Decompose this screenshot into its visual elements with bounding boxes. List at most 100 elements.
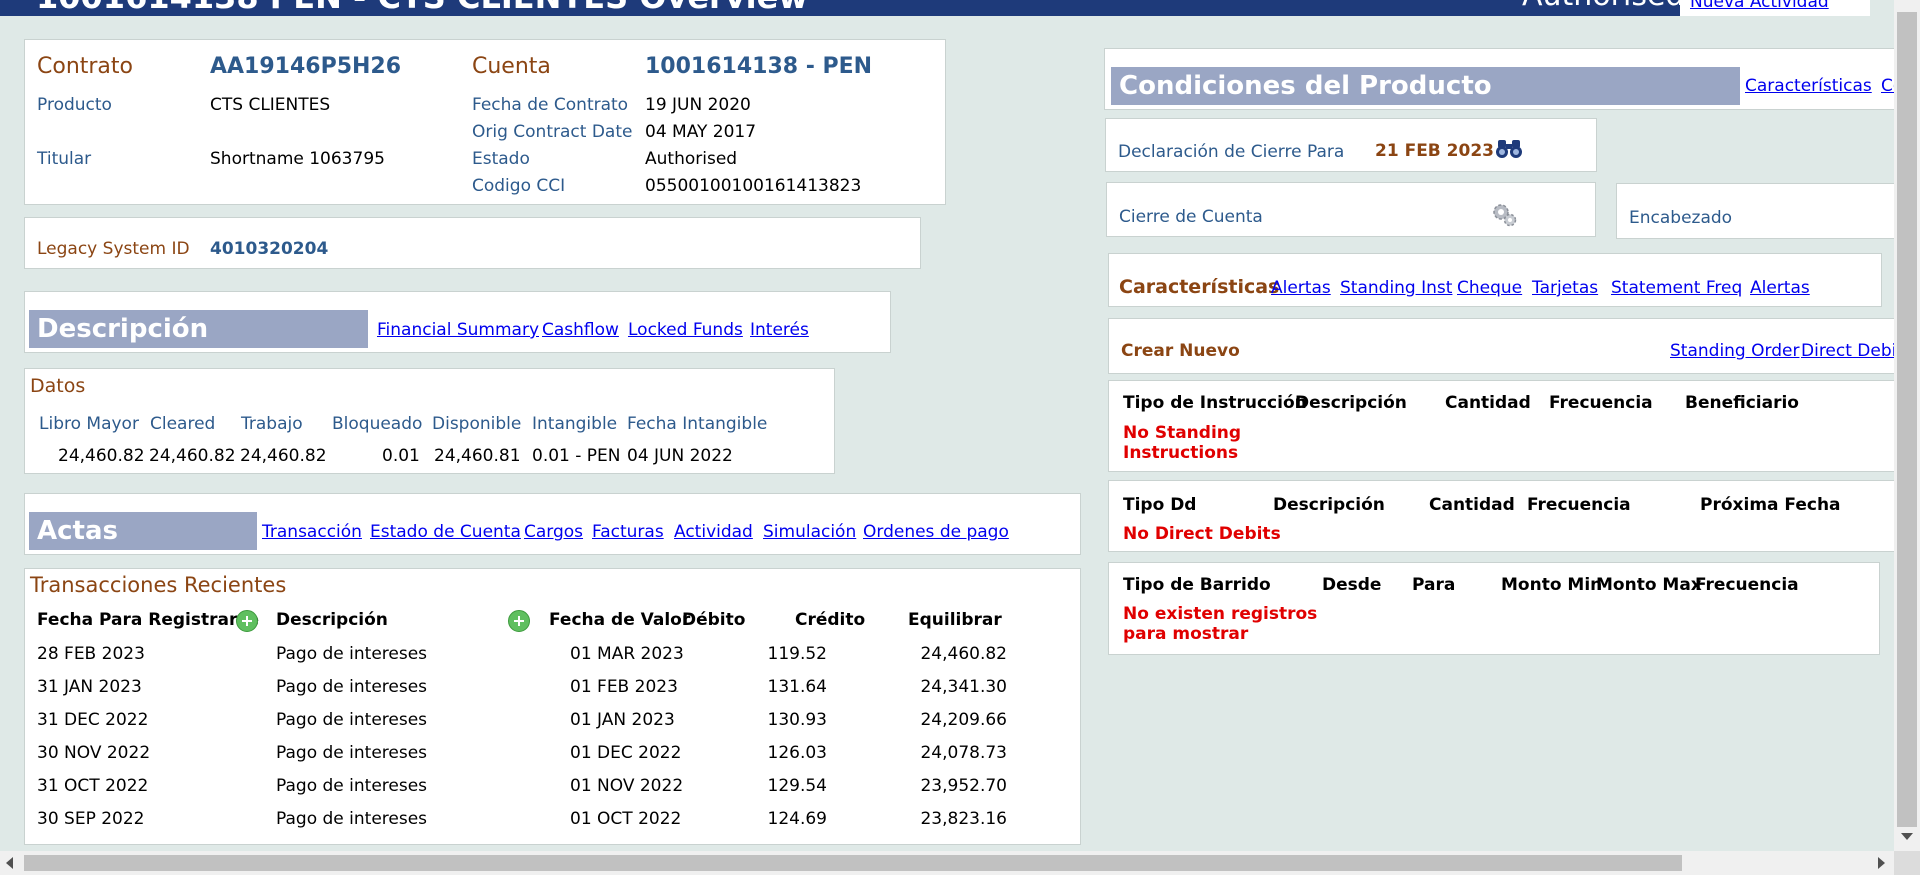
datos-value: 24,460.81 [434,446,521,466]
cuenta-value: 1001614138 - PEN [645,54,873,79]
dd-header: Frecuencia [1527,495,1631,515]
caracteristicas-link[interactable]: Características [1745,76,1872,96]
statement-freq-link[interactable]: Statement Freq [1611,278,1742,298]
estado-value: Authorised [645,149,738,169]
tx-equilibrar: 24,078.73 [920,743,1007,763]
alertas-link-2[interactable]: Alertas [1750,278,1810,298]
tx-credito: 130.93 [767,710,827,730]
new-activity-link[interactable]: Nueva Actividad [1690,0,1829,12]
tx-equilibrar: 24,209.66 [920,710,1007,730]
fecha-contrato-value: 19 JUN 2020 [645,95,751,115]
datos-value: 24,460.82 [58,446,145,466]
tx-equilibrar: 23,952.70 [920,776,1007,796]
producto-label: Producto [37,95,112,115]
facturas-link[interactable]: Facturas [592,522,664,542]
add-icon[interactable] [508,610,530,632]
standing-header: Beneficiario [1685,393,1799,413]
caracteristicas-title: Características [1119,276,1280,298]
tx-credito: 119.52 [767,644,827,664]
titular-label: Titular [37,149,92,169]
standing-header: Frecuencia [1549,393,1653,413]
encabezado-label: Encabezado [1629,208,1733,228]
locked-funds-link[interactable]: Locked Funds [628,320,743,340]
page-title: 1001614138 PEN - CTS CLIENTES Overview [36,0,808,16]
add-icon[interactable] [236,610,258,632]
barrido-empty-message: No existen registros [1123,604,1318,624]
tx-fecha-registro: 31 DEC 2022 [37,710,149,730]
gears-icon[interactable] [1492,203,1518,227]
ordenes-de-pago-link[interactable]: Ordenes de pago [863,522,1009,542]
scroll-left-arrow[interactable] [6,857,13,869]
interes-link[interactable]: Interés [750,320,809,340]
tx-fecha-valor: 01 OCT 2022 [570,809,682,829]
scroll-down-arrow[interactable] [1901,833,1913,840]
simulacion-link[interactable]: Simulación [763,522,856,542]
scrollbar-corner [1894,851,1920,875]
titular-value: Shortname 1063795 [210,149,385,169]
standing-header: Descripción [1295,393,1407,413]
estado-de-cuenta-link[interactable]: Estado de Cuenta [370,522,521,542]
tx-equilibrar: 24,341.30 [920,677,1007,697]
actividad-link[interactable]: Actividad [674,522,753,542]
cashflow-link[interactable]: Cashflow [542,320,619,340]
datos-header: Cleared [150,414,216,434]
tx-fecha-registro: 28 FEB 2023 [37,644,145,664]
direct-debits-panel: Tipo Dd Descripción Cantidad Frecuencia … [1108,480,1908,552]
alertas-link[interactable]: Alertas [1271,278,1331,298]
fecha-contrato-label: Fecha de Contrato [472,95,629,115]
col-header-fecha-valor: Fecha de Valor [549,610,691,630]
tx-fecha-registro: 30 NOV 2022 [37,743,151,763]
crear-nuevo-panel: Crear Nuevo Standing Order Direct Debit [1108,318,1908,374]
scroll-right-arrow[interactable] [1878,857,1885,869]
orig-contract-label: Orig Contract Date [472,122,633,142]
datos-value: 0.01 - PEN [532,446,621,466]
barrido-header: Para [1412,575,1456,595]
direct-debit-link[interactable]: Direct Debit [1801,341,1903,361]
cargos-link[interactable]: Cargos [524,522,583,542]
caracteristicas-panel: Características Alertas Standing Inst Ch… [1108,253,1882,307]
no-standing-message: No Standing [1123,423,1242,443]
tx-descripcion: Pago de intereses [276,809,428,829]
standing-header: Tipo de Instrucción [1123,393,1307,413]
contrato-value: AA19146P5H26 [210,54,402,79]
datos-value: 04 JUN 2022 [627,446,733,466]
standing-instructions-panel: Tipo de Instrucción Descripción Cantidad… [1108,380,1908,472]
vertical-scrollbar[interactable] [1894,0,1920,851]
tx-descripcion: Pago de intereses [276,776,428,796]
condiciones-panel: Condiciones del Producto Características… [1104,48,1904,110]
cci-label: Codigo CCI [472,176,566,196]
tx-descripcion: Pago de intereses [276,677,428,697]
tarjetas-link[interactable]: Tarjetas [1532,278,1598,298]
barrido-empty-message-2: para mostrar [1123,624,1249,644]
tx-credito: 126.03 [767,743,827,763]
datos-header: Libro Mayor [39,414,139,434]
estado-label: Estado [472,149,530,169]
barrido-header: Monto Max [1596,575,1702,595]
col-header-descripcion: Descripción [276,610,388,630]
no-standing-message-2: Instructions [1123,443,1239,463]
datos-header: Intangible [532,414,618,434]
tx-descripcion: Pago de intereses [276,743,428,763]
orig-contract-value: 04 MAY 2017 [645,122,757,142]
no-direct-debits-message: No Direct Debits [1123,524,1281,544]
tx-fecha-valor: 01 JAN 2023 [570,710,675,730]
binoculars-icon[interactable] [1495,137,1523,161]
standing-order-link[interactable]: Standing Order [1670,341,1799,361]
actas-title: Actas [29,512,257,550]
dd-header: Cantidad [1429,495,1515,515]
vertical-scrollbar-thumb[interactable] [1897,12,1917,827]
contrato-label: Contrato [37,54,134,79]
standing-inst-link[interactable]: Standing Inst [1340,278,1452,298]
horizontal-scrollbar[interactable] [0,851,1894,875]
cuenta-label: Cuenta [472,54,551,79]
crear-nuevo-label: Crear Nuevo [1121,341,1240,361]
col-header-fecha-registro: Fecha Para Registrarse [37,610,260,630]
cheque-link[interactable]: Cheque [1457,278,1522,298]
cierre-panel: Cierre de Cuenta [1106,182,1596,237]
standing-header: Cantidad [1445,393,1531,413]
transaccion-link[interactable]: Transacción [262,522,362,542]
financial-summary-link[interactable]: Financial Summary [377,320,539,340]
horizontal-scrollbar-thumb[interactable] [24,855,1682,871]
tx-fecha-valor: 01 DEC 2022 [570,743,682,763]
cierre-label: Cierre de Cuenta [1119,207,1263,227]
